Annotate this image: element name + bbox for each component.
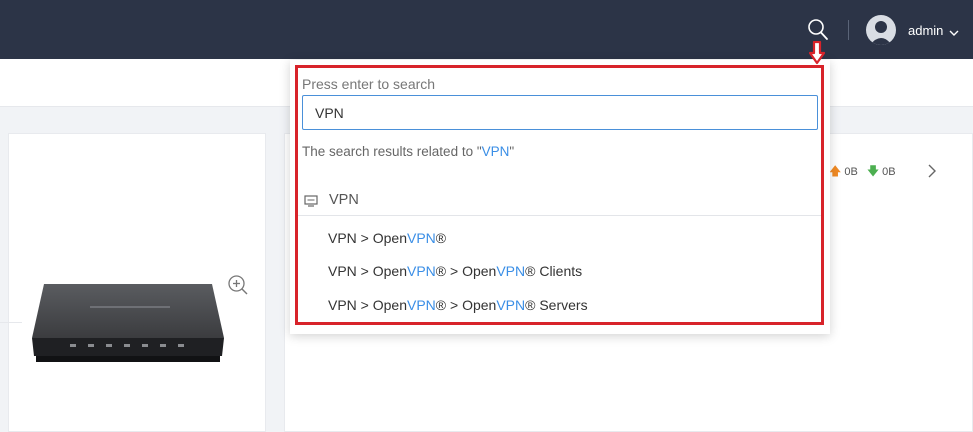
results-note-text: The search results related to: [302, 144, 477, 159]
download-arrow-icon: 🡇: [866, 163, 880, 178]
top-bar: admin: [0, 0, 973, 59]
results-note-quote: ": [509, 144, 515, 159]
traffic-summary: 🡅 0B 🡇 0B: [829, 163, 896, 181]
search-icon[interactable]: [807, 18, 829, 42]
download-value: 0B: [882, 166, 896, 178]
search-label: Press enter to search: [302, 76, 436, 92]
search-input[interactable]: [302, 95, 818, 130]
result-text: ® Clients: [525, 263, 583, 279]
search-result-openvpn[interactable]: VPN > OpenVPN®: [328, 230, 446, 250]
search-result-openvpn-clients[interactable]: VPN > OpenVPN® > OpenVPN® Clients: [328, 263, 582, 283]
divider: [298, 215, 821, 216]
result-text: VPN > Open: [328, 263, 407, 279]
result-text: ® > Open: [435, 297, 497, 313]
upload-value: 0B: [844, 166, 858, 178]
username: admin: [908, 22, 944, 38]
result-match: VPN: [407, 297, 436, 313]
monitor-icon: [304, 194, 318, 207]
result-group-vpn: VPN: [304, 190, 359, 210]
avatar: [866, 15, 896, 45]
result-text: ® > Open: [435, 263, 497, 279]
annotation-arrow-icon: [808, 40, 826, 65]
user-menu[interactable]: admin: [866, 14, 959, 46]
result-text: ®: [435, 230, 447, 246]
results-term: VPN: [481, 144, 510, 159]
search-results-note: The search results related to "VPN": [302, 144, 514, 159]
search-result-openvpn-servers[interactable]: VPN > OpenVPN® > OpenVPN® Servers: [328, 297, 588, 317]
result-match: VPN: [496, 263, 526, 279]
chevron-down-icon: [949, 25, 959, 36]
router-image: [30, 276, 226, 368]
upload-arrow-icon: 🡅: [829, 163, 842, 178]
divider: [0, 322, 22, 323]
result-match: VPN: [407, 230, 436, 246]
result-group-label: VPN: [329, 192, 359, 208]
result-match: VPN: [496, 297, 526, 313]
topbar-divider: [848, 20, 849, 40]
chevron-right-icon[interactable]: [926, 163, 938, 179]
result-text: ® Servers: [525, 297, 588, 313]
result-text: VPN > Open: [328, 230, 407, 246]
zoom-in-icon[interactable]: [227, 274, 249, 296]
result-match: VPN: [407, 263, 436, 279]
result-text: VPN > Open: [328, 297, 407, 313]
